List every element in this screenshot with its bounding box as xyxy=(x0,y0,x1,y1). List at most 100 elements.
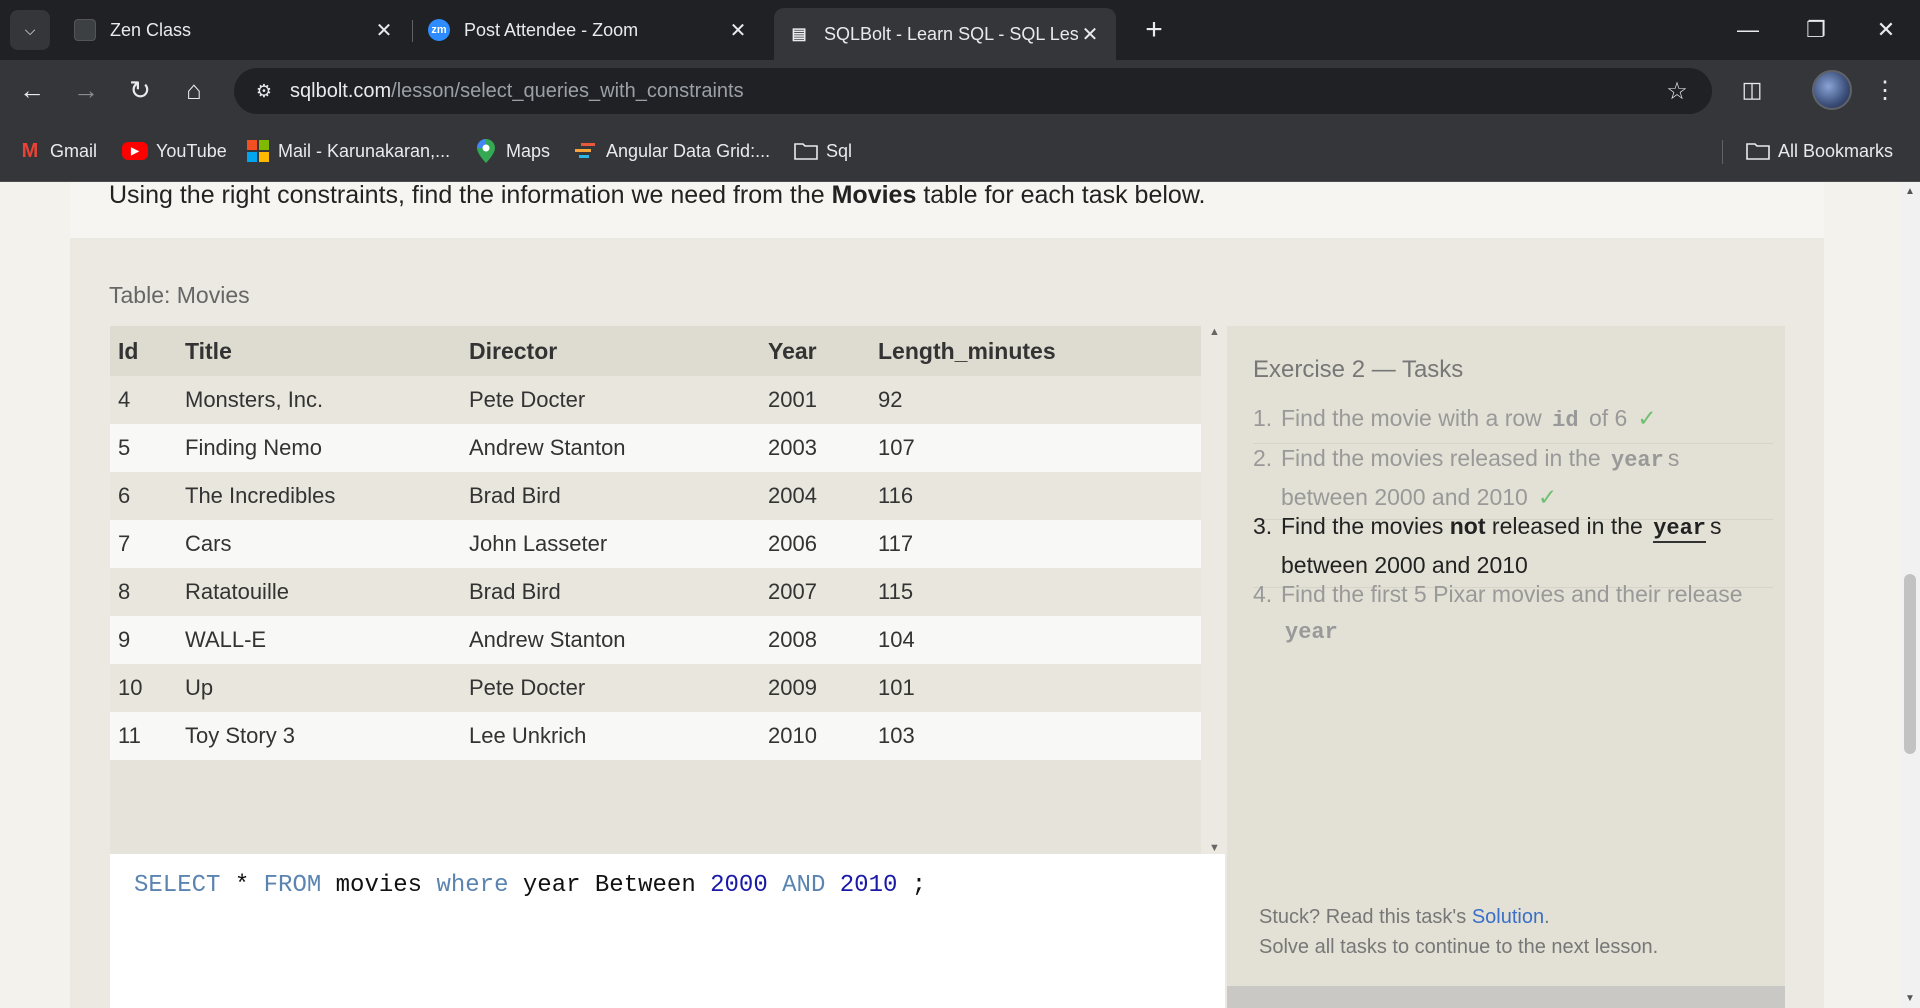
table-row: 4 Monsters, Inc. Pete Docter 2001 92 xyxy=(110,376,1201,424)
close-icon: ✕ xyxy=(1876,17,1896,42)
scroll-down-icon[interactable]: ▼ xyxy=(1209,842,1220,854)
instruction-table-name: Movies xyxy=(831,182,917,209)
bookmark-angular-grid[interactable]: Angular Data Grid:... xyxy=(574,136,770,166)
bookmarks-bar: M Gmail ▶ YouTube Mail - Karunakaran,...… xyxy=(0,120,1920,182)
movies-table: Id Title Director Year Length_minutes 4 M… xyxy=(110,326,1201,854)
table-cell: 2004 xyxy=(768,483,817,508)
tab-title: Zen Class xyxy=(110,19,192,40)
task-text: Find the first 5 Pixar movies and their … xyxy=(1281,576,1773,651)
scroll-up-icon[interactable]: ▲ xyxy=(1209,326,1220,338)
sql-keyword: where xyxy=(436,872,509,899)
tab-zen-class[interactable]: Zen Class ✕ xyxy=(60,8,410,52)
bookmark-maps[interactable]: Maps xyxy=(474,136,550,166)
table-cell: 2007 xyxy=(768,579,817,604)
minimize-button[interactable]: — xyxy=(1714,0,1782,60)
tasks-footer xyxy=(1227,986,1785,1008)
task-number: 3. xyxy=(1253,513,1273,539)
table-cell: 2009 xyxy=(768,675,817,700)
table-cell: 4 xyxy=(118,387,131,412)
bookmark-star-icon[interactable]: ☆ xyxy=(1660,74,1694,108)
continue-text: Solve all tasks to continue to the next … xyxy=(1259,936,1659,958)
site-settings-icon[interactable]: ⚙ xyxy=(244,71,284,111)
reload-button[interactable]: ↻ xyxy=(120,70,160,110)
profile-avatar[interactable] xyxy=(1812,70,1852,110)
all-bookmarks[interactable]: All Bookmarks xyxy=(1746,136,1893,166)
home-button[interactable]: ⌂ xyxy=(174,70,214,110)
bookmark-folder-sql[interactable]: Sql xyxy=(794,136,852,166)
scroll-down-icon[interactable]: ▼ xyxy=(1905,993,1915,1004)
tab-zoom[interactable]: zm Post Attendee - Zoom ✕ xyxy=(414,8,764,52)
close-window-button[interactable]: ✕ xyxy=(1852,0,1920,60)
forward-button[interactable]: → xyxy=(66,70,106,110)
page-content: Using the right constraints, find the in… xyxy=(0,182,1900,1008)
scrollbar-thumb[interactable] xyxy=(1904,574,1916,754)
task-item: 4. Find the first 5 Pixar movies and the… xyxy=(1253,576,1773,655)
new-tab-button[interactable]: + xyxy=(1136,12,1172,48)
ag-grid-icon xyxy=(574,140,598,162)
bookmark-youtube[interactable]: ▶ YouTube xyxy=(122,136,227,166)
back-button[interactable]: ← xyxy=(12,70,52,110)
table-row: 11 Toy Story 3 Lee Unkrich 2010 103 xyxy=(110,712,1201,760)
table-cell: 2003 xyxy=(768,435,817,460)
sql-token: ; xyxy=(897,872,927,899)
bookmark-label: Sql xyxy=(826,140,853,161)
restore-icon: ❐ xyxy=(1806,17,1826,42)
column-header: Id xyxy=(118,338,139,364)
table-cell: 104 xyxy=(878,627,915,652)
tab-strip: ⌵ Zen Class ✕ zm Post Attendee - Zoom ✕ … xyxy=(0,0,1920,60)
bookmark-gmail[interactable]: M Gmail xyxy=(18,136,97,166)
more-menu-icon[interactable]: ⋮ xyxy=(1870,70,1900,110)
tab-sqlbolt[interactable]: ▤ SQLBolt - Learn SQL - SQL Less ✕ xyxy=(774,8,1116,60)
extensions-icon[interactable]: ◫ xyxy=(1732,70,1772,110)
bookmark-mail[interactable]: Mail - Karunakaran,... xyxy=(246,136,450,166)
bookmark-label: YouTube xyxy=(156,140,227,161)
reload-icon: ↻ xyxy=(129,74,151,105)
table-cell: 8 xyxy=(118,579,131,604)
table-cell: Toy Story 3 xyxy=(185,723,296,748)
close-icon[interactable]: ✕ xyxy=(372,18,396,42)
close-icon[interactable]: ✕ xyxy=(1078,22,1102,46)
restore-button[interactable]: ❐ xyxy=(1782,0,1850,60)
page-scrollbar[interactable]: ▲ ▼ xyxy=(1900,182,1920,1008)
instruction-text: table for each task below. xyxy=(916,182,1206,209)
table-cell: 101 xyxy=(878,675,915,700)
sql-query-text[interactable]: SELECT * FROM movies where year Between … xyxy=(134,872,926,899)
table-cell: 2010 xyxy=(768,723,817,748)
sql-editor[interactable]: SELECT * FROM movies where year Between … xyxy=(110,854,1225,1008)
tab-title: SQLBolt - Learn SQL - SQL Less xyxy=(824,23,1078,44)
task-code: year xyxy=(1611,448,1664,473)
arrow-left-icon: ← xyxy=(19,74,45,105)
task-text-part: released in the xyxy=(1485,513,1650,539)
task-text-part: s xyxy=(1667,445,1680,471)
table-cell: Brad Bird xyxy=(469,483,561,508)
close-icon[interactable]: ✕ xyxy=(726,18,750,42)
bookmark-label: Maps xyxy=(506,140,551,161)
lesson-intro: Using the right constraints, find the in… xyxy=(70,182,1824,238)
task-number: 1. xyxy=(1253,405,1273,431)
task-text-part: Find the movies xyxy=(1281,513,1450,539)
table-row: 5 Finding Nemo Andrew Stanton 2003 107 xyxy=(110,424,1201,472)
table-row: 9 WALL-E Andrew Stanton 2008 104 xyxy=(110,616,1201,664)
scroll-up-icon[interactable]: ▲ xyxy=(1905,186,1915,197)
table-cell: 2006 xyxy=(768,531,817,556)
table-scrollbar[interactable]: ▲ ▼ xyxy=(1205,326,1225,854)
solution-link[interactable]: Solution xyxy=(1472,906,1544,928)
task-text-part: Find the first 5 Pixar movies and their … xyxy=(1281,581,1743,607)
table-cell: Monsters, Inc. xyxy=(185,387,324,412)
task-text-bold: not xyxy=(1449,513,1486,539)
plus-icon: + xyxy=(1145,13,1163,46)
bookmarks-divider xyxy=(1722,140,1723,164)
bookmark-label: Angular Data Grid:... xyxy=(606,140,771,161)
sql-number: 2010 xyxy=(839,872,898,899)
task-text-part: s xyxy=(1710,513,1722,539)
lesson-card: Using the right constraints, find the in… xyxy=(70,182,1824,1008)
url-text[interactable]: sqlbolt.com/lesson/select_queries_with_c… xyxy=(290,80,744,103)
table-cell: Pete Docter xyxy=(469,387,586,412)
folder-icon xyxy=(794,140,818,162)
task-number: 4. xyxy=(1253,581,1273,607)
home-icon: ⌂ xyxy=(186,74,202,105)
table-cell: The Incredibles xyxy=(185,483,336,508)
address-bar[interactable]: ⚙ sqlbolt.com/lesson/select_queries_with… xyxy=(234,68,1712,114)
tab-search-button[interactable]: ⌵ xyxy=(10,10,50,50)
